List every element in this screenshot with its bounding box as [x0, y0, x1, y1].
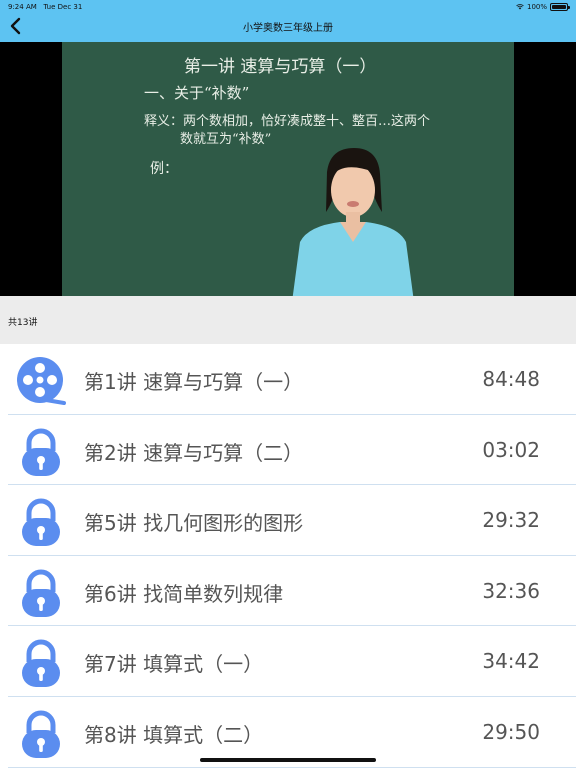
- status-time-text: 9:24 AM: [8, 3, 37, 11]
- lock-icon: [22, 428, 60, 476]
- battery-fill: [552, 5, 566, 9]
- lock-icon: [22, 569, 60, 617]
- lesson-row[interactable]: 第1讲 速算与巧算（一） 84:48: [0, 344, 576, 415]
- lesson-title: 第8讲 填算式（二）: [84, 722, 264, 747]
- lesson-duration: 29:32: [482, 508, 540, 533]
- lock-icon: [22, 710, 60, 758]
- lesson-title: 第7讲 填算式（一）: [84, 652, 264, 677]
- lesson-row[interactable]: 第6讲 找简单数列规律 32:36: [0, 555, 576, 627]
- wifi-icon: [516, 4, 524, 10]
- lesson-count-bar: 共13讲: [0, 296, 576, 344]
- lesson-duration: 32:36: [482, 578, 540, 603]
- board-text-line: 数就互为“补数”: [180, 132, 272, 147]
- navigation-bar: 9:24 AM Tue Dec 31 100% 小学奥数三年级上册: [0, 0, 576, 42]
- lesson-duration: 03:02: [482, 437, 540, 462]
- page-title: 小学奥数三年级上册: [243, 23, 333, 34]
- board-text-line: 一、关于“补数”: [144, 84, 250, 102]
- status-indicators: 100%: [516, 3, 570, 11]
- lesson-title: 第6讲 找简单数列规律: [84, 581, 284, 606]
- board-text-line: 第一讲 速算与巧算（一）: [184, 57, 377, 77]
- board-text-line: 释义：两个数相加，恰好凑成整十、整百…这两个: [144, 114, 431, 129]
- lesson-row[interactable]: 第8讲 填算式（二） 29:50: [0, 696, 576, 768]
- battery-icon: [550, 3, 570, 11]
- lesson-duration: 29:50: [482, 719, 540, 744]
- lesson-title: 第2讲 速算与巧算（二）: [84, 440, 304, 465]
- lesson-count-label: 共13讲: [8, 318, 38, 328]
- lesson-row[interactable]: 第2讲 速算与巧算（二） 03:02: [0, 414, 576, 486]
- lesson-duration: 34:42: [482, 649, 540, 674]
- lesson-row[interactable]: 第7讲 填算式（一） 34:42: [0, 626, 576, 697]
- lock-icon: [22, 498, 60, 547]
- teacher-figure: [292, 148, 414, 296]
- lesson-title: 第1讲 速算与巧算（一）: [84, 370, 304, 394]
- board-text-line: 例：: [150, 161, 178, 177]
- status-time: 9:24 AM Tue Dec 31: [8, 3, 82, 11]
- video-player[interactable]: 第一讲 速算与巧算（一） 一、关于“补数” 释义：两个数相加，恰好凑成整十、整百…: [0, 42, 576, 296]
- status-date-text: Tue Dec 31: [43, 3, 83, 11]
- lesson-duration: 84:48: [482, 367, 540, 391]
- video-reel-icon: [17, 357, 66, 405]
- lesson-list: 第1讲 速算与巧算（一） 84:48 第2讲 速算与巧算（二） 03:02 第5讲 …: [0, 344, 576, 768]
- lesson-row[interactable]: 第5讲 找几何图形的图形 29:32: [0, 485, 576, 556]
- lock-icon: [22, 639, 60, 688]
- home-indicator: [200, 758, 376, 762]
- lesson-title: 第5讲 找几何图形的图形: [84, 511, 304, 536]
- battery-percentage: 100%: [526, 3, 547, 11]
- row-divider: [8, 766, 576, 768]
- chalkboard: 第一讲 速算与巧算（一） 一、关于“补数” 释义：两个数相加，恰好凑成整十、整百…: [62, 42, 514, 296]
